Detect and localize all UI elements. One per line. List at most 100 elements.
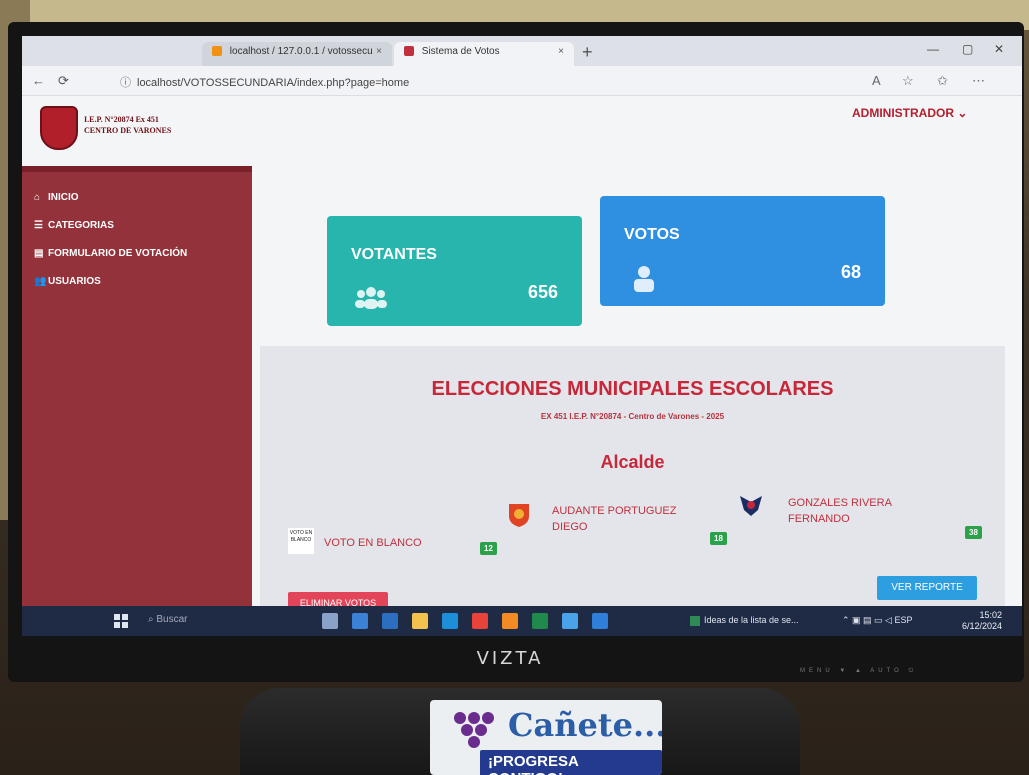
taskbar: ⌕ Buscar Ideas de la lista de se... ⌃ ▣ … xyxy=(22,606,1022,636)
screen: localhost / 127.0.0.1 / votossecu × Sist… xyxy=(22,36,1022,636)
candidate-name-line2: FERNANDO xyxy=(788,513,850,525)
results-panel: ELECCIONES MUNICIPALES ESCOLARES EX 451 … xyxy=(260,346,1005,608)
school-crest-icon xyxy=(40,106,78,150)
sidebar-item-label: FORMULARIO DE VOTACIÓN xyxy=(48,248,188,259)
tab-sistema-votos[interactable]: Sistema de Votos × xyxy=(394,42,574,66)
tab-label: Sistema de Votos xyxy=(421,46,500,57)
sidebar-item-label: CATEGORIAS xyxy=(48,220,114,231)
sticker-title: Cañete... xyxy=(508,706,662,744)
back-icon[interactable]: ← xyxy=(32,73,45,88)
new-tab-button[interactable]: + xyxy=(582,42,593,63)
vote-count-badge: 18 xyxy=(710,532,727,545)
close-window-button[interactable]: ✕ xyxy=(994,42,1004,56)
app-content: I.E.P. N°20874 Ex 451 CENTRO DE VARONES … xyxy=(22,96,1022,614)
list-icon: ☰ xyxy=(34,220,43,231)
sidebar-item-usuarios[interactable]: 👥 USUARIOS xyxy=(22,270,252,298)
candidate-name-line2: DIEGO xyxy=(552,521,588,533)
phpmyadmin-icon xyxy=(212,46,222,57)
room-background: localhost / 127.0.0.1 / votossecu × Sist… xyxy=(0,0,1029,775)
news-icon xyxy=(690,615,700,626)
sidebar-item-label: USUARIOS xyxy=(48,276,101,287)
school-name-line2: CENTRO DE VARONES xyxy=(84,126,172,135)
party-emblem-icon xyxy=(740,496,762,516)
card-title: VOTANTES xyxy=(351,246,437,263)
sidebar: I.E.P. N°20874 Ex 451 CENTRO DE VARONES … xyxy=(22,96,252,606)
clock-date: 6/12/2024 xyxy=(962,621,1003,631)
sidebar-item-formulario[interactable]: ▤ FORMULARIO DE VOTACIÓN xyxy=(22,242,252,270)
language-indicator: ESP xyxy=(894,615,913,625)
sidebar-menu: ⌂ INICIO ☰ CATEGORIAS ▤ FORMULARIO DE VOTAC… xyxy=(22,186,252,298)
election-subtitle: EX 451 I.E.P. N°20874 - Centro de Varone… xyxy=(540,412,725,421)
home-icon: ⌂ xyxy=(34,192,41,203)
votos-card: VOTOS 68 xyxy=(600,196,885,306)
vscode-icon[interactable] xyxy=(592,613,608,629)
vote-count-badge: 38 xyxy=(965,526,982,539)
tray-chevron-icon: ⌃ ▣ ▤ ▭ ◁ xyxy=(842,615,895,625)
widgets-icon[interactable] xyxy=(352,613,368,629)
url-field[interactable]: ⓘ localhost/VOTOSSECUNDARIA/index.php?pag… xyxy=(112,72,792,90)
person-icon xyxy=(634,266,654,292)
favorite-star-icon[interactable]: ☆ xyxy=(902,73,914,89)
address-bar-row: ← ⟳ ⓘ localhost/VOTOSSECUNDARIA/index.php… xyxy=(22,66,1022,96)
favorites-list-icon[interactable]: ✩ xyxy=(937,73,948,89)
school-name: I.E.P. N°20874 Ex 451 CENTRO DE VARONES xyxy=(84,114,171,136)
candidate-name-line1: AUDANTE PORTUGUEZ xyxy=(552,505,677,517)
refresh-icon[interactable]: ⟳ xyxy=(58,73,69,89)
read-aloud-icon[interactable]: A xyxy=(872,73,881,88)
role-title: Alcalde xyxy=(600,452,665,472)
taskbar-news-widget[interactable]: Ideas de la lista de se... xyxy=(690,615,799,626)
taskbar-search[interactable]: ⌕ Buscar xyxy=(142,612,282,630)
store-icon[interactable] xyxy=(382,613,398,629)
vote-count-badge: 12 xyxy=(480,542,497,555)
windows-start-icon[interactable] xyxy=(114,614,128,628)
monitor-controls: MENU ▼ ▲ AUTO ⏻ xyxy=(800,668,918,674)
form-icon: ▤ xyxy=(34,248,44,259)
grapes-logo-icon xyxy=(444,708,504,748)
card-value: 68 xyxy=(840,262,861,282)
election-title: ELECCIONES MUNICIPALES ESCOLARES xyxy=(431,378,834,400)
more-menu-icon[interactable]: ⋯ xyxy=(972,73,985,89)
sidebar-header: I.E.P. N°20874 Ex 451 CENTRO DE VARONES xyxy=(22,96,252,166)
task-view-icon[interactable] xyxy=(322,613,338,629)
candidate-name: VOTO EN BLANCO xyxy=(324,537,422,549)
chrome-icon[interactable] xyxy=(472,613,488,629)
maximize-button[interactable]: ▢ xyxy=(962,42,973,56)
edge-icon[interactable] xyxy=(442,613,458,629)
tab-label: localhost / 127.0.0.1 / votossecu xyxy=(229,46,373,57)
sidebar-item-categorias[interactable]: ☰ CATEGORIAS xyxy=(22,214,252,242)
file-explorer-icon[interactable] xyxy=(412,613,428,629)
view-report-button[interactable]: VER REPORTE xyxy=(877,576,977,600)
monitor-brand-logo: VIZTA xyxy=(476,648,544,669)
voto-blanco-image: VOTO EN BLANCO xyxy=(288,528,314,554)
excel-icon[interactable] xyxy=(532,613,548,629)
close-icon[interactable]: × xyxy=(558,46,564,57)
users-icon: 👥 xyxy=(34,276,47,287)
news-label: Ideas de la lista de se... xyxy=(704,615,799,625)
user-menu[interactable]: ADMINISTRADOR ⌄ xyxy=(852,106,967,120)
info-icon: ⓘ xyxy=(120,77,131,89)
candidate-name-line1: GONZALES RIVERA xyxy=(788,497,892,509)
clock-time: 15:02 xyxy=(979,610,1003,620)
url-text: localhost/VOTOSSECUNDARIA/index.php?page… xyxy=(137,77,410,89)
browser-tab-bar: localhost / 127.0.0.1 / votossecu × Sist… xyxy=(22,36,1022,66)
clock[interactable]: 15:02 6/12/2024 xyxy=(962,610,1002,632)
votantes-card: VOTANTES 656 xyxy=(327,216,582,326)
system-tray[interactable]: ⌃ ▣ ▤ ▭ ◁ ESP xyxy=(842,615,913,626)
minimize-button[interactable]: — xyxy=(927,42,939,56)
users-group-icon xyxy=(355,287,387,309)
sticker-slogan: ¡PROGRESA CONTIGO! xyxy=(480,750,662,775)
xampp-icon[interactable] xyxy=(502,613,518,629)
site-icon xyxy=(404,46,414,57)
photos-icon[interactable] xyxy=(562,613,578,629)
card-value: 656 xyxy=(527,282,558,302)
school-name-line1: I.E.P. N°20874 Ex 451 xyxy=(84,115,159,124)
sticker: Cañete... ¡PROGRESA CONTIGO! xyxy=(430,700,662,775)
sidebar-item-label: INICIO xyxy=(48,192,79,203)
close-icon[interactable]: × xyxy=(376,46,382,57)
tab-phpmyadmin[interactable]: localhost / 127.0.0.1 / votossecu × xyxy=(202,42,392,66)
sidebar-divider xyxy=(22,166,252,172)
sidebar-item-inicio[interactable]: ⌂ INICIO xyxy=(22,186,252,214)
card-title: VOTOS xyxy=(624,226,680,243)
party-shield-icon xyxy=(509,504,529,527)
search-label: Buscar xyxy=(156,614,188,625)
